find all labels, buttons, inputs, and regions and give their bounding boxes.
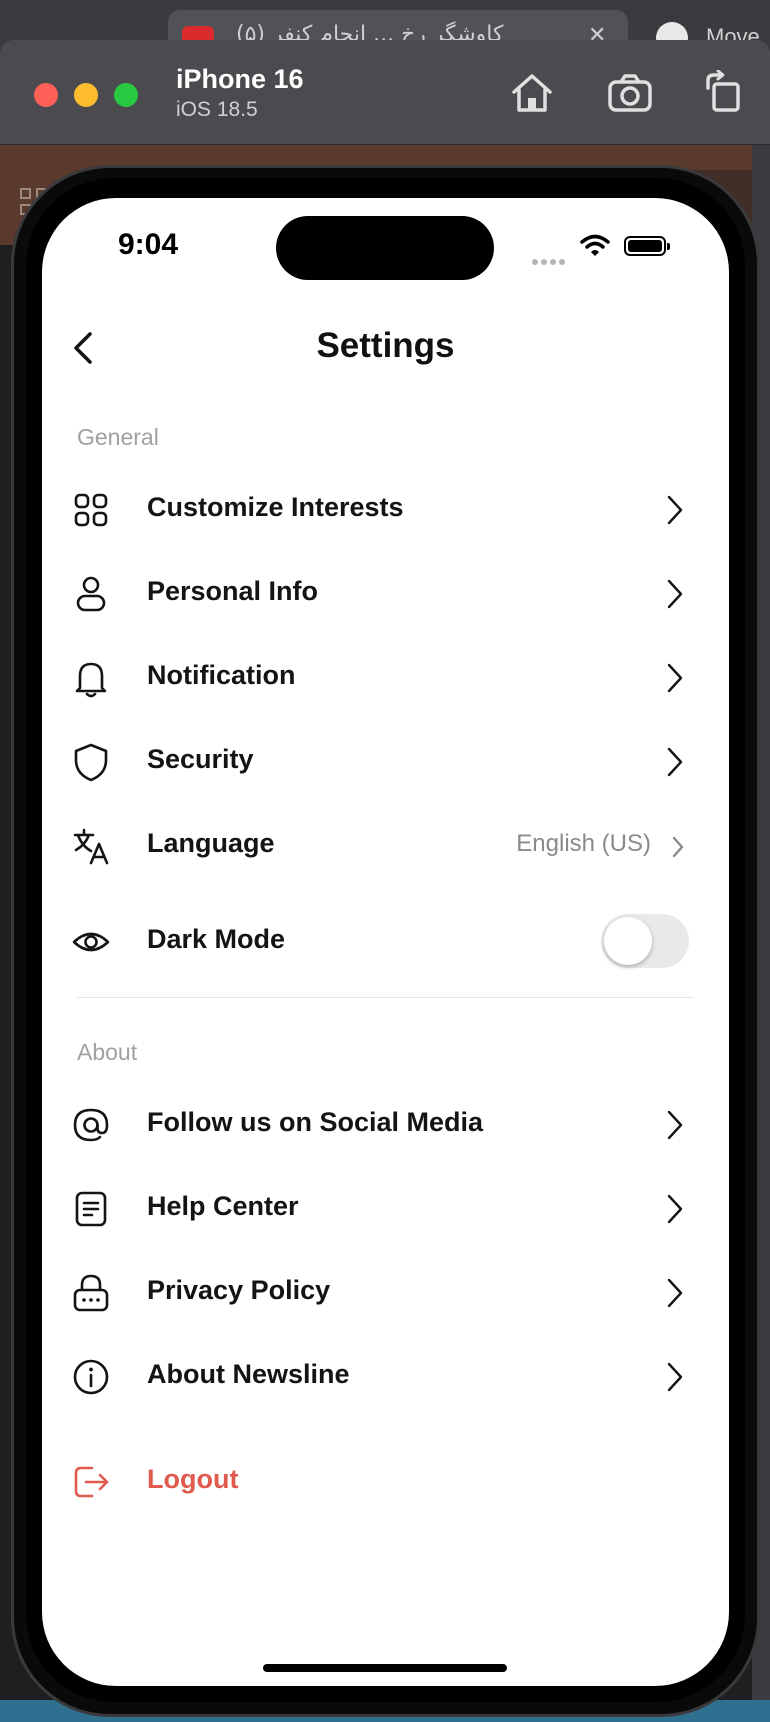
settings-item-social-media[interactable]: Follow us on Social Media xyxy=(42,1085,729,1165)
settings-item-label: About Newsline xyxy=(147,1359,350,1389)
simulator-os-version: iOS 18.5 xyxy=(176,98,258,121)
settings-item-privacy-policy[interactable]: Privacy Policy xyxy=(42,1253,729,1333)
person-icon xyxy=(76,576,106,612)
settings-item-notification[interactable]: Notification xyxy=(42,638,729,718)
chevron-right-icon xyxy=(667,1278,683,1308)
language-value: English (US) xyxy=(516,830,651,857)
settings-item-label: Notification xyxy=(147,660,296,690)
simulator-device-name: iPhone 16 xyxy=(176,64,304,94)
settings-item-security[interactable]: Security xyxy=(42,722,729,802)
chevron-right-icon xyxy=(667,663,683,693)
logout-label: Logout xyxy=(147,1464,239,1494)
logout-icon xyxy=(74,1466,109,1498)
home-indicator[interactable] xyxy=(263,1664,507,1672)
at-icon xyxy=(73,1108,109,1142)
settings-item-personal-info[interactable]: Personal Info xyxy=(42,554,729,634)
translate-icon xyxy=(73,828,109,865)
chevron-right-icon xyxy=(667,747,683,777)
settings-item-language[interactable]: Language English (US) xyxy=(42,806,729,886)
page-title: Settings xyxy=(316,326,455,365)
wifi-icon xyxy=(580,234,610,256)
section-divider xyxy=(77,997,694,998)
cellular-signal-icon xyxy=(532,252,568,270)
screenshot-icon[interactable] xyxy=(606,70,654,116)
chevron-right-icon xyxy=(667,1110,683,1140)
eye-icon xyxy=(72,932,110,952)
bell-icon xyxy=(75,662,107,698)
settings-item-customize-interests[interactable]: Customize Interests xyxy=(42,470,729,550)
chevron-right-icon xyxy=(667,495,683,525)
settings-item-label: Customize Interests xyxy=(147,492,404,522)
chevron-right-icon xyxy=(667,579,683,609)
settings-item-help-center[interactable]: Help Center xyxy=(42,1169,729,1249)
info-icon xyxy=(73,1359,109,1395)
settings-item-about-newsline[interactable]: About Newsline xyxy=(42,1337,729,1417)
settings-item-label: Privacy Policy xyxy=(147,1275,331,1305)
logout-button[interactable]: Logout xyxy=(42,1442,729,1522)
window-zoom-button[interactable] xyxy=(114,83,138,107)
home-icon[interactable] xyxy=(508,70,556,116)
dark-mode-toggle[interactable] xyxy=(601,914,689,968)
chevron-right-icon xyxy=(672,836,684,858)
lock-icon xyxy=(73,1274,109,1312)
shield-icon xyxy=(74,743,108,782)
battery-icon xyxy=(624,236,670,256)
window-minimize-button[interactable] xyxy=(74,83,98,107)
settings-item-label: Follow us on Social Media xyxy=(147,1107,484,1137)
chevron-right-icon xyxy=(667,1194,683,1224)
chevron-right-icon xyxy=(667,1362,683,1392)
window-close-button[interactable] xyxy=(34,83,58,107)
settings-item-label: Help Center xyxy=(147,1191,299,1221)
status-time: 9:04 xyxy=(118,228,179,261)
document-icon xyxy=(75,1191,107,1227)
settings-item-dark-mode: Dark Mode xyxy=(42,902,729,982)
phone-screen: 9:04 Settings General Customize Interest… xyxy=(42,198,729,1686)
settings-item-label: Security xyxy=(147,744,254,774)
grid-icon xyxy=(74,493,108,527)
section-label-general: General xyxy=(77,424,159,450)
settings-item-label: Language xyxy=(147,828,275,858)
settings-item-label: Personal Info xyxy=(147,576,319,606)
rotate-icon[interactable] xyxy=(700,70,748,116)
dynamic-island xyxy=(276,216,494,280)
section-label-about: About xyxy=(77,1039,138,1065)
settings-item-label: Dark Mode xyxy=(147,924,286,954)
